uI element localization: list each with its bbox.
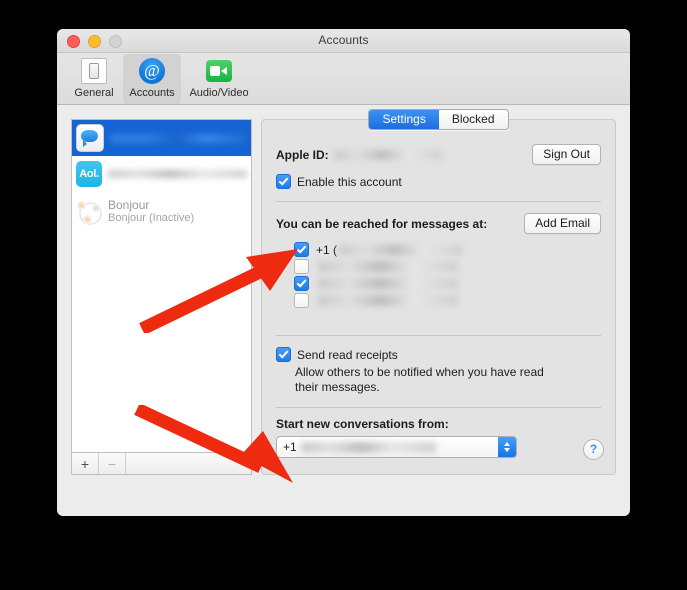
reachable-checkbox[interactable] bbox=[294, 293, 309, 308]
read-receipts-description-line2: their messages. bbox=[295, 380, 380, 394]
screen: Accounts General @ Accounts Audio/Video bbox=[0, 0, 687, 590]
at-sign-icon: @ bbox=[138, 57, 166, 85]
account-settings-panel: Settings Blocked Apple ID: Sign Out Enab… bbox=[261, 109, 616, 475]
separator bbox=[276, 335, 601, 336]
tab-settings[interactable]: Settings bbox=[369, 110, 439, 129]
apple-id-value-redacted bbox=[333, 149, 442, 160]
add-account-button[interactable]: + bbox=[72, 453, 99, 474]
toolbar-item-accounts[interactable]: @ Accounts bbox=[123, 54, 181, 104]
add-email-button[interactable]: Add Email bbox=[524, 213, 601, 234]
reachable-row[interactable] bbox=[276, 275, 601, 292]
enable-account-label: Enable this account bbox=[297, 174, 402, 189]
help-button[interactable]: ? bbox=[583, 439, 604, 460]
bonjour-icon bbox=[76, 199, 102, 225]
reachable-row[interactable]: +1 ( bbox=[276, 241, 601, 258]
start-from-popup-button[interactable]: +1 bbox=[276, 436, 517, 458]
reachable-heading: You can be reached for messages at: bbox=[276, 216, 488, 231]
list-item[interactable] bbox=[72, 120, 251, 156]
toolbar-label-accounts: Accounts bbox=[129, 87, 175, 99]
window-title: Accounts bbox=[318, 33, 369, 47]
toolbar-label-general: General bbox=[74, 87, 114, 99]
accounts-list-toolbar: + − bbox=[71, 452, 252, 475]
reachable-row[interactable] bbox=[276, 258, 601, 275]
reachable-value-redacted bbox=[318, 295, 458, 306]
send-read-receipts-label: Send read receipts bbox=[297, 347, 398, 362]
remove-account-button[interactable]: − bbox=[99, 453, 126, 474]
accounts-list[interactable]: Aol. Bonjour Bonjour (Inactive) bbox=[71, 119, 252, 452]
window-titlebar: Accounts bbox=[57, 29, 630, 53]
list-item[interactable]: Aol. bbox=[72, 156, 251, 192]
reachable-value-redacted bbox=[339, 244, 464, 255]
reachable-value-redacted bbox=[318, 278, 458, 289]
apple-id-label: Apple ID: bbox=[276, 147, 329, 162]
account-name-redacted bbox=[108, 170, 247, 178]
list-item-title: Bonjour bbox=[108, 198, 150, 212]
reachable-checkbox[interactable] bbox=[294, 259, 309, 274]
start-from-label: Start new conversations from: bbox=[276, 417, 449, 431]
reachable-checkbox[interactable] bbox=[294, 242, 309, 257]
accounts-list-column: Aol. Bonjour Bonjour (Inactive) + − bbox=[71, 119, 252, 475]
messages-icon bbox=[76, 124, 104, 152]
start-from-value-redacted bbox=[300, 441, 436, 453]
toolbar-item-audio-video[interactable]: Audio/Video bbox=[181, 54, 257, 99]
separator bbox=[276, 407, 601, 408]
account-name-redacted bbox=[110, 133, 247, 143]
tab-blocked[interactable]: Blocked bbox=[438, 110, 508, 129]
list-item-subtitle: Bonjour (Inactive) bbox=[108, 212, 195, 224]
enable-account-checkbox[interactable] bbox=[276, 174, 291, 189]
accounts-preferences-window: Accounts General @ Accounts Audio/Video bbox=[57, 29, 630, 516]
reachable-value-prefix: +1 ( bbox=[316, 242, 338, 257]
reachable-checkbox[interactable] bbox=[294, 276, 309, 291]
send-read-receipts-checkbox[interactable] bbox=[276, 347, 291, 362]
start-from-selected-value: +1 bbox=[283, 440, 297, 454]
toolbar-item-general[interactable]: General bbox=[65, 54, 123, 99]
list-toolbar-filler bbox=[126, 453, 251, 474]
panel-tabs: Settings Blocked bbox=[276, 109, 601, 130]
toolbar-label-audio-video: Audio/Video bbox=[189, 87, 249, 99]
chevron-updown-icon[interactable] bbox=[498, 437, 516, 457]
read-receipts-description: Allow others to be notified when you hav… bbox=[295, 365, 601, 395]
list-item[interactable]: Bonjour Bonjour (Inactive) bbox=[72, 192, 251, 232]
preferences-toolbar: General @ Accounts Audio/Video bbox=[57, 53, 630, 105]
reachable-row[interactable] bbox=[276, 292, 601, 309]
reachable-rows: +1 ( bbox=[276, 241, 601, 309]
reachable-value-redacted bbox=[318, 261, 458, 272]
sign-out-button[interactable]: Sign Out bbox=[532, 144, 601, 165]
video-camera-icon bbox=[205, 57, 233, 85]
read-receipts-description-line1: Allow others to be notified when you hav… bbox=[295, 365, 544, 379]
window-body: Aol. Bonjour Bonjour (Inactive) + − Sett… bbox=[57, 105, 630, 491]
general-switch-icon bbox=[80, 57, 108, 85]
separator bbox=[276, 201, 601, 202]
aol-icon: Aol. bbox=[76, 161, 102, 187]
